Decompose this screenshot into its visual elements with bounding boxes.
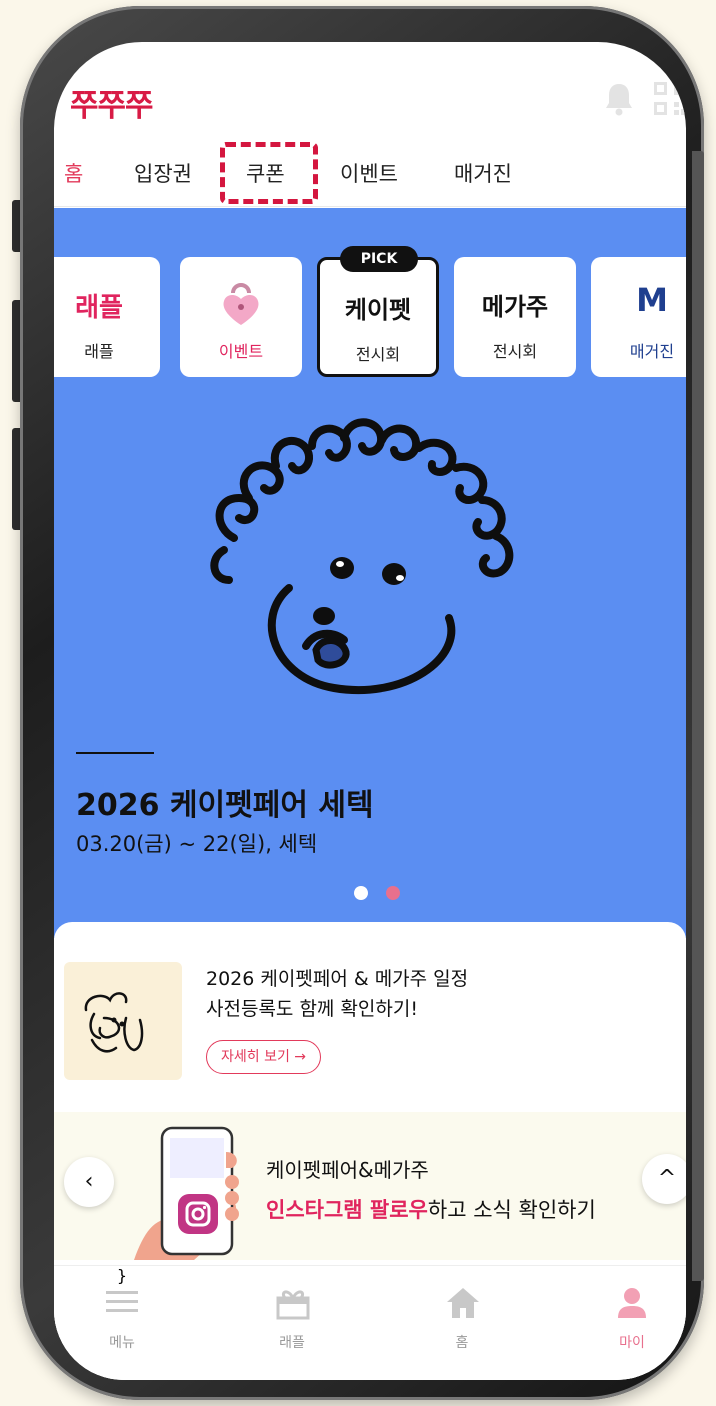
- category-label: 전시회: [355, 345, 401, 364]
- hero-banner[interactable]: 래플 래플 이벤트 케이펫 전시회 PICK 메가주 전시회 M 매거진 202…: [54, 208, 686, 938]
- banner-line-1: 케이펫페어&메가주: [266, 1158, 429, 1182]
- tab-event[interactable]: 이벤트: [340, 158, 398, 188]
- menu-icon: [106, 1291, 138, 1312]
- category-kpet-logo: 케이펫: [344, 296, 412, 324]
- nav-raffle-label: 래플: [279, 1335, 305, 1351]
- nav-my[interactable]: 마이: [572, 1266, 686, 1380]
- category-magazine[interactable]: M 매거진: [591, 257, 686, 377]
- person-icon: [618, 1288, 646, 1318]
- category-label: 전시회: [492, 342, 538, 361]
- app-logo[interactable]: 쭈쭈쭈: [70, 80, 154, 125]
- dog-thumbnail: [64, 962, 182, 1080]
- carousel-prev-button[interactable]: ‹: [64, 1157, 114, 1207]
- category-raffle-logo: 래플: [75, 293, 123, 323]
- banner-line-2: 인스타그램 팔로우하고 소식 확인하기: [266, 1194, 596, 1224]
- category-label: 이벤트: [218, 342, 264, 361]
- top-tab-bar: 홈 입장권 쿠폰 이벤트 매거진: [54, 158, 686, 198]
- nav-raffle[interactable]: 래플: [232, 1266, 352, 1380]
- tab-divider: [54, 206, 686, 207]
- hero-subtitle: 03.20(금) ~ 22(일), 세텍: [76, 832, 318, 856]
- category-megazoo[interactable]: 메가주 전시회: [454, 257, 576, 377]
- hero-title: 2026 케이펫페어 세텍: [76, 788, 374, 823]
- nav-my-label: 마이: [619, 1335, 645, 1351]
- category-megazoo-logo: 메가주: [481, 293, 549, 321]
- bell-icon[interactable]: [604, 82, 634, 120]
- app-screen: 쭈쭈쭈 홈 입장권 쿠폰 이벤트 매거진 래플 래플 이벤트 케이펫 전시회 P…: [54, 42, 686, 1380]
- nav-menu-label: 메뉴: [109, 1335, 135, 1351]
- schedule-subtitle: 사전등록도 함께 확인하기!: [206, 998, 418, 1020]
- category-event[interactable]: 이벤트: [180, 257, 302, 377]
- gift-icon: [276, 1290, 310, 1320]
- category-label: 래플: [84, 342, 114, 361]
- schedule-title: 2026 케이펫페어 & 메가주 일정: [206, 968, 469, 990]
- dog-sketch-icon: [84, 992, 144, 1053]
- pick-badge: PICK: [340, 246, 418, 272]
- instagram-banner[interactable]: 케이펫페어&메가주 인스타그램 팔로우하고 소식 확인하기: [54, 1112, 686, 1260]
- tab-magazine[interactable]: 매거진: [454, 158, 512, 188]
- heart-lock-icon: [220, 279, 262, 331]
- category-raffle[interactable]: 래플 래플: [54, 257, 160, 377]
- nav-menu[interactable]: 메뉴 }: [62, 1266, 182, 1380]
- bottom-navigation: 메뉴 } 래플 홈 마이: [54, 1265, 686, 1380]
- scroll-top-button[interactable]: ^: [642, 1154, 686, 1204]
- phone-hand-illustration: [134, 1126, 239, 1260]
- tab-home[interactable]: 홈: [64, 158, 83, 188]
- view-details-button[interactable]: 자세히 보기 →: [206, 1040, 322, 1074]
- qr-code-icon[interactable]: [654, 82, 686, 120]
- phone-side-right: [692, 151, 704, 1281]
- carousel-dot-1[interactable]: [354, 886, 368, 900]
- category-label: 매거진: [629, 342, 675, 361]
- coupon-tab-highlight: [220, 142, 318, 204]
- carousel-dot-2[interactable]: [386, 886, 400, 900]
- tab-tickets[interactable]: 입장권: [134, 158, 192, 188]
- category-magazine-logo: M: [636, 281, 668, 319]
- banner-rest: 하고 소식 확인하기: [427, 1198, 596, 1222]
- chevron-left-icon: ‹: [84, 1169, 94, 1194]
- home-icon: [447, 1288, 479, 1318]
- chevron-up-icon: ^: [657, 1166, 677, 1191]
- hero-divider: [76, 752, 154, 754]
- category-kpet[interactable]: 케이펫 전시회: [317, 257, 439, 377]
- nav-home-label: 홈: [455, 1335, 469, 1351]
- banner-highlight: 인스타그램 팔로우: [266, 1198, 428, 1222]
- dog-illustration: [210, 418, 514, 694]
- nav-home[interactable]: 홈: [402, 1266, 522, 1380]
